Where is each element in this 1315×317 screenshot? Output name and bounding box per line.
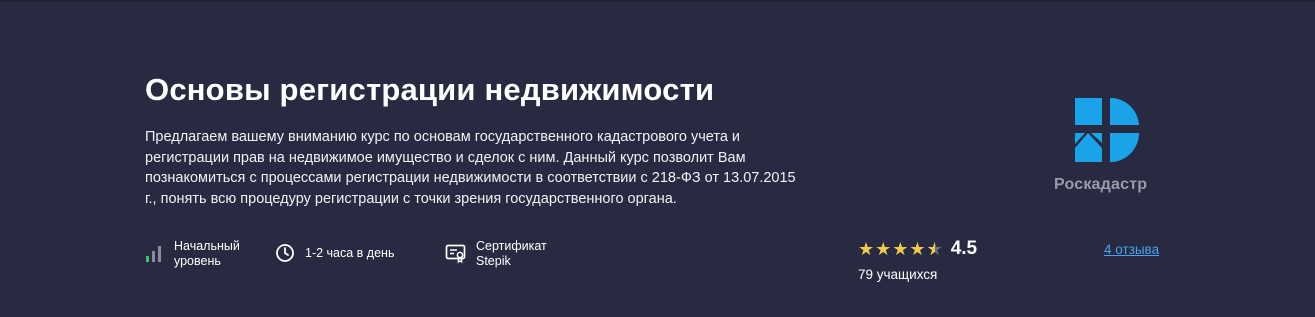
rating-value: 4.5 <box>950 238 978 259</box>
top-border <box>0 0 1315 2</box>
star-icon: ★ <box>909 239 926 259</box>
half-star-icon: ★ <box>927 238 943 260</box>
time-label: 1-2 часа в день <box>305 245 395 260</box>
certificate-label-line1: Сертификат <box>476 239 547 253</box>
course-description: Предлагаем вашему вниманию курс по основ… <box>145 129 796 207</box>
level-label-line1: Начальный <box>174 239 240 253</box>
roskadastr-logo-icon <box>1075 98 1140 162</box>
star-icon: ★ <box>858 239 875 259</box>
certificate-icon <box>445 243 467 265</box>
signal-bars-icon <box>143 243 165 265</box>
course-title: Основы регистрации недвижимости <box>145 72 715 107</box>
star-icon: ★ <box>875 239 892 259</box>
author-name: Роскадастр <box>1054 176 1148 193</box>
rating-stars: ★ ★ ★ ★ ★ <box>858 238 944 260</box>
author-logo[interactable]: Роскадастр <box>1054 96 1160 194</box>
certificate-info: Сертификат Stepik <box>445 239 547 268</box>
reviews-link[interactable]: 4 отзыва <box>1104 242 1159 257</box>
rating: ★ ★ ★ ★ ★ 4.5 <box>858 238 977 260</box>
level-info: Начальный уровень <box>143 239 240 268</box>
level-label-line2: уровень <box>174 253 221 268</box>
time-info: 1-2 часа в день <box>274 242 394 264</box>
clock-icon <box>274 242 296 264</box>
students-count: 79 учащихся <box>858 267 938 282</box>
star-icon: ★ <box>892 239 909 259</box>
certificate-label-line2: Stepik <box>476 253 511 268</box>
